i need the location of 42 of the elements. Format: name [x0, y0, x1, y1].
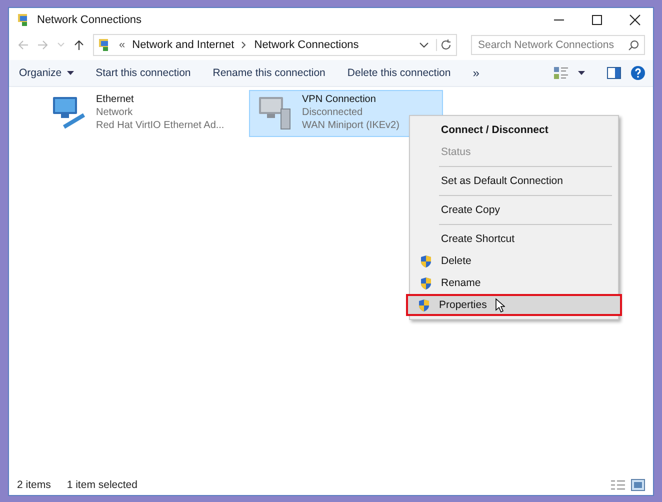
menu-item[interactable]: Create Shortcut: [412, 228, 616, 250]
connection-tile[interactable]: Ethernet Network Red Hat VirtIO Ethernet Ad...: [43, 90, 237, 137]
search-icon: [628, 40, 639, 51]
maximize-icon[interactable]: [591, 14, 603, 26]
menu-item[interactable]: Set as Default Connection: [412, 170, 616, 192]
menu-item[interactable]: Create Copy: [412, 199, 616, 221]
address-bar[interactable]: « Network and Internet Network Connections: [93, 34, 457, 56]
menu-item[interactable]: Delete: [412, 250, 616, 272]
toolbar-button[interactable]: Rename this connection: [206, 64, 332, 82]
selection-count: 1 item selected: [66, 479, 138, 491]
help-icon[interactable]: [631, 66, 645, 80]
search-field[interactable]: Search Network Connections: [471, 35, 645, 55]
breadcrumb-overflow[interactable]: «: [119, 39, 126, 51]
preview-pane-icon[interactable]: [607, 67, 621, 79]
large-icons-view-icon[interactable]: [631, 479, 645, 491]
connection-status: Network: [96, 106, 134, 119]
connection-device: Red Hat VirtIO Ethernet Ad...: [96, 119, 224, 132]
dropdown-caret-icon: [66, 71, 74, 75]
menu-item[interactable]: Rename: [412, 272, 616, 294]
change-view-icon[interactable]: [554, 67, 568, 79]
item-count: 2 items: [17, 479, 51, 491]
breadcrumb[interactable]: Network and Internet: [132, 39, 234, 51]
up-arrow-icon[interactable]: [73, 39, 85, 51]
breadcrumb[interactable]: Network Connections: [254, 39, 359, 51]
toolbar-button[interactable]: Start this connection: [90, 64, 197, 82]
more-commands-button[interactable]: »: [466, 63, 486, 83]
toolbar-button[interactable]: Organize: [13, 64, 80, 82]
mouse-pointer-icon: [494, 298, 505, 312]
dropdown-caret-icon[interactable]: [578, 71, 585, 75]
window-title: Network Connections: [37, 14, 142, 26]
details-view-icon[interactable]: [611, 479, 625, 491]
close-icon[interactable]: [629, 14, 641, 26]
chevron-down-icon[interactable]: [419, 41, 429, 49]
toolbar-button[interactable]: Delete this connection: [341, 64, 457, 82]
connection-name: Ethernet: [96, 93, 135, 106]
connection-tile[interactable]: VPN Connection Disconnected WAN Miniport (IKEv2): [249, 90, 443, 137]
refresh-icon[interactable]: [436, 39, 452, 51]
connection-name: VPN Connection: [302, 93, 377, 106]
connection-device: WAN Miniport (IKEv2): [302, 119, 400, 132]
menu-item[interactable]: Properties: [406, 294, 622, 316]
chevron-right-icon: [241, 41, 248, 49]
connection-status: Disconnected: [302, 106, 364, 119]
